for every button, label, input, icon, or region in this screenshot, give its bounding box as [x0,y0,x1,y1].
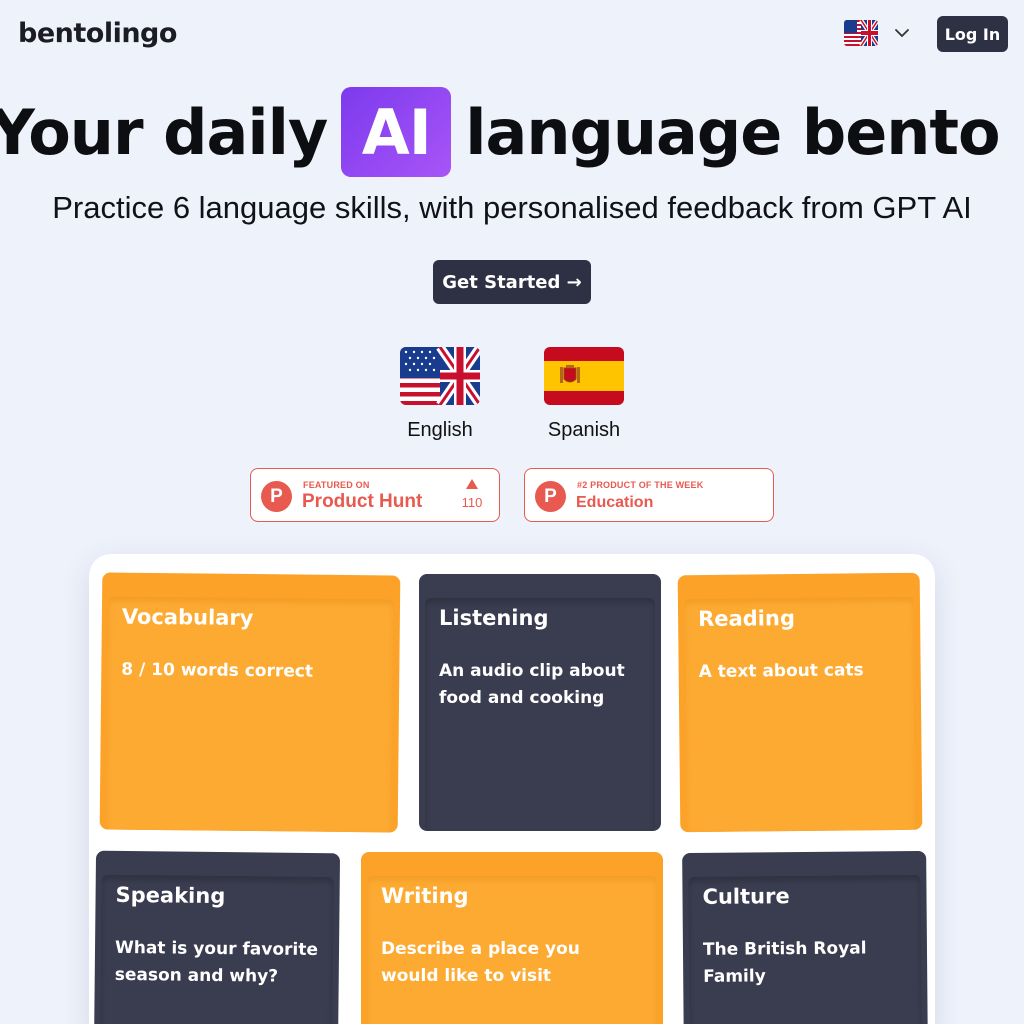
card-description: An audio clip about food and cooking [439,661,625,708]
hero-title-start: Your daily [0,95,328,169]
language-option-spanish[interactable]: Spanish [524,347,644,442]
card-culture[interactable]: Culture The British Royal Family [682,850,928,1024]
uk-us-flag-icon [400,347,480,405]
bentolingo-logo[interactable]: bentolingo [18,18,177,49]
product-hunt-featured-badge[interactable]: P FEATURED ON Product Hunt 110 [250,468,500,522]
upvote-count: 110 [459,479,485,510]
card-description: A text about cats [698,660,864,683]
card-speaking[interactable]: Speaking What is your favorite season an… [93,850,341,1024]
login-button[interactable]: Log In [937,16,1008,52]
card-title: Speaking [115,882,226,909]
language-name: English [407,419,473,441]
card-inner [425,598,655,831]
badge-title: Product Hunt [302,491,423,512]
hero-subtitle: Practice 6 language skills, with persona… [52,190,972,225]
badge-caption: #2 PRODUCT OF THE WEEK [577,480,704,490]
card-vocabulary[interactable]: Vocabulary 8 / 10 words correct [99,572,401,833]
language-name: Spanish [547,419,621,441]
card-title: Culture [702,884,790,909]
card-inner [683,596,917,833]
ai-badge: AI [341,87,452,177]
card-inner [105,596,395,833]
hero-title-end: language bento box [465,95,1024,169]
card-title: Vocabulary [121,604,254,631]
badge-title: Education [576,494,654,511]
language-option-english[interactable]: English [380,347,500,442]
card-writing[interactable]: Writing Describe a place you would like … [361,852,663,1024]
product-hunt-logo-icon: P [261,481,292,512]
product-hunt-week-badge[interactable]: P #2 PRODUCT OF THE WEEK Education [524,468,774,522]
chevron-down-icon [895,29,909,38]
card-description: Describe a place you would like to visit [381,939,580,986]
spain-flag-icon [544,347,624,405]
language-picker[interactable] [844,20,910,46]
card-description: The British Royal Family [702,938,867,987]
card-title: Writing [381,884,469,908]
upvote-arrow-icon [466,479,478,489]
card-description: 8 / 10 words correct [121,659,314,682]
vote-count: 110 [461,495,483,510]
uk-us-flag-icon [844,20,878,46]
card-description: What is your favorite season and why? [114,937,319,987]
get-started-button[interactable]: Get Started → [433,260,591,304]
card-title: Listening [439,606,549,630]
badge-caption: FEATURED ON [303,480,370,490]
card-title: Reading [697,606,796,632]
card-listening[interactable]: Listening An audio clip about food and c… [419,574,661,831]
product-hunt-logo-icon: P [535,481,566,512]
card-reading[interactable]: Reading A text about cats [677,572,923,833]
bento-box: Vocabulary 8 / 10 words correct Listenin… [89,554,935,1024]
hero-title: Your daily AI language bento box [0,86,1024,178]
